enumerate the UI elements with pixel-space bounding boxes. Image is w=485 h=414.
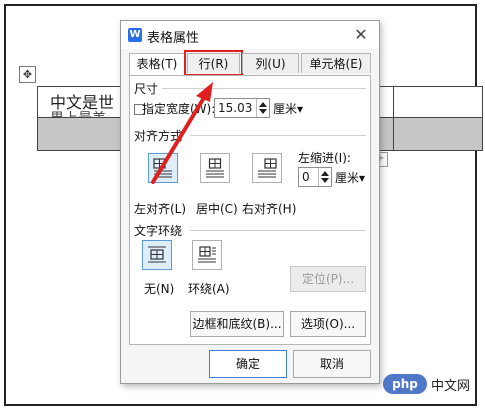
left-indent-label: 左缩进(I): [298, 151, 351, 165]
width-spinner-arrows[interactable] [256, 99, 269, 117]
align-left-label[interactable]: 左对齐(L) [134, 200, 186, 217]
options-button[interactable]: 选项(O)... [290, 311, 366, 337]
cancel-button[interactable]: 取消 [293, 350, 371, 378]
size-section-divider [162, 88, 366, 89]
wps-app-icon: W [128, 28, 142, 42]
left-indent-spinner-arrows[interactable] [318, 168, 331, 186]
table-properties-dialog: W 表格属性 ✕ 表格(T) 行(R) 列(U) 单元格(E) 尺寸 指定宽度(… [120, 20, 380, 384]
width-unit-dropdown[interactable]: 厘米▾ [273, 100, 303, 117]
size-section-title: 尺寸 [134, 82, 159, 96]
wrap-around-label[interactable]: 环绕(A) [188, 280, 230, 297]
borders-shading-button[interactable]: 边框和底纹(B)... [190, 311, 284, 337]
align-left-icon[interactable] [148, 153, 178, 183]
width-spinner[interactable]: 15.03 [214, 98, 270, 118]
tab-table[interactable]: 表格(T) [129, 53, 185, 76]
wrap-around-icon[interactable] [192, 240, 222, 270]
ok-button[interactable]: 确定 [209, 350, 287, 378]
align-right-label[interactable]: 右对齐(H) [242, 200, 296, 217]
align-right-icon[interactable] [252, 153, 282, 183]
php-logo: php [383, 374, 427, 394]
close-icon[interactable]: ✕ [353, 25, 369, 44]
align-center-label[interactable]: 居中(C) [196, 200, 238, 217]
width-value: 15.03 [218, 101, 253, 115]
dialog-titlebar: W 表格属性 ✕ [121, 21, 379, 49]
align-center-icon[interactable] [200, 153, 230, 183]
position-button[interactable]: 定位(P)... [290, 266, 366, 292]
table-move-handle-icon[interactable]: ✥ [19, 66, 36, 83]
tab-cell[interactable]: 单元格(E) [301, 53, 371, 73]
wrap-none-label[interactable]: 无(N) [144, 280, 174, 297]
dialog-tabs: 表格(T) 行(R) 列(U) 单元格(E) [129, 50, 371, 76]
wrap-section-divider [190, 230, 366, 231]
left-indent-spinner[interactable]: 0 [298, 167, 332, 187]
tab-column[interactable]: 列(U) [242, 53, 299, 73]
wrap-section-title: 文字环绕 [134, 224, 183, 238]
indent-unit-dropdown[interactable]: 厘米▾ [335, 169, 365, 186]
table-tab-pane: 尺寸 指定宽度(W): 15.03 厘米▾ 对齐方式 左缩进(I): 0 厘米▾… [129, 75, 371, 345]
dialog-title: 表格属性 [147, 31, 200, 46]
wrap-none-icon[interactable] [142, 240, 172, 270]
align-section-divider [190, 135, 366, 136]
watermark-text: 中文网 [431, 379, 471, 394]
tab-row[interactable]: 行(R) [184, 50, 243, 76]
specify-width-label: 指定宽度(W): [142, 102, 216, 116]
align-section-title: 对齐方式 [134, 129, 183, 143]
table-cell-text-clipped: 界上最美 [50, 108, 106, 118]
left-indent-value: 0 [302, 170, 310, 184]
